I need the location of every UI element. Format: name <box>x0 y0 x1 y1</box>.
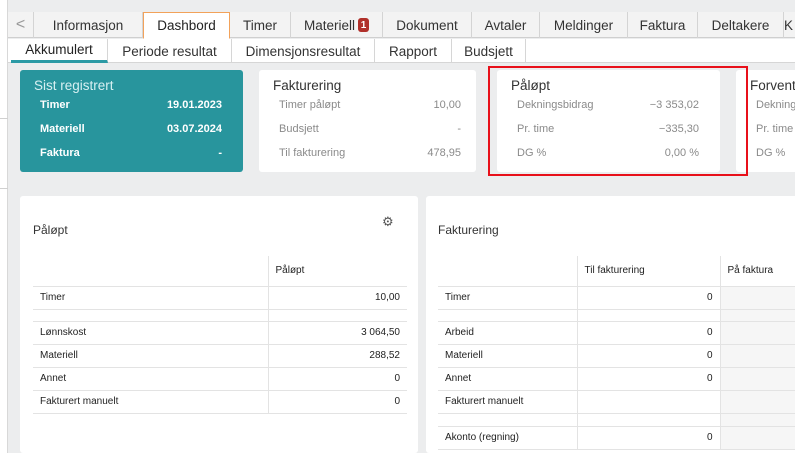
highlight-box <box>488 66 748 176</box>
card-row-label: Pr. time <box>756 123 794 135</box>
card-row-label: Budsjett <box>279 123 319 135</box>
row-value: 0 <box>576 425 720 450</box>
card-row-label: Materiell <box>40 123 85 135</box>
table-row: Lønnskost 3 064,50 <box>33 321 407 345</box>
card-row-label: Faktura <box>40 147 80 159</box>
card-title: Fakturering <box>273 78 342 93</box>
sub-tabs: Akkumulert Periode resultat Dimensjonsre… <box>8 39 795 63</box>
row-label: Timer <box>438 286 577 310</box>
row-value: 0 <box>576 344 720 368</box>
card-title: Forvent <box>750 78 795 93</box>
panel-fakturering: Fakturering Til fakturering På faktura T… <box>426 196 795 453</box>
card-row-value: - <box>218 147 222 159</box>
row-cell <box>719 344 795 368</box>
row-cell <box>719 286 795 310</box>
left-strip <box>0 0 8 453</box>
row-label: Annet <box>33 367 268 391</box>
row-label: Materiell <box>438 344 577 368</box>
table-row: Timer 10,00 <box>33 286 407 310</box>
card-row-value: - <box>457 123 461 135</box>
table-row: Annet 0 <box>438 367 795 391</box>
subtab-budsjett[interactable]: Budsjett <box>452 39 526 63</box>
palopt-table: Påløpt Timer 10,00 Lønnskost 3 064,50 Ma… <box>33 256 407 414</box>
table-gap <box>33 309 407 322</box>
column-header-pa-faktura[interactable]: På faktura <box>719 256 795 287</box>
tab-faktura[interactable]: Faktura <box>628 12 698 38</box>
row-value: 0 <box>267 390 407 414</box>
card-row-value: 10,00 <box>433 99 461 111</box>
tab-avtaler[interactable]: Avtaler <box>472 12 540 38</box>
table-row: Timer 0 <box>438 286 795 310</box>
row-value <box>576 390 720 414</box>
divider <box>0 118 8 119</box>
table-row: Fakturert manuelt <box>438 390 795 414</box>
panel-title: Påløpt <box>33 223 68 237</box>
row-label: Fakturert manuelt <box>33 390 268 414</box>
main-tabs: < Informasjon Dashbord Timer Materiell 1… <box>8 12 795 39</box>
row-cell <box>719 390 795 414</box>
table-row: Akonto (regning) 0 <box>438 425 795 450</box>
row-value: 3 064,50 <box>267 321 407 345</box>
card-row-value: 478,95 <box>427 147 461 159</box>
card-title: Sist registrert <box>34 78 114 93</box>
table-row: Arbeid 0 <box>438 321 795 345</box>
row-label: Timer <box>33 286 268 310</box>
table-row: Materiell 0 <box>438 344 795 368</box>
column-header <box>438 256 577 287</box>
card-sist-registrert: Sist registrert Timer 19.01.2023 Materie… <box>20 70 243 172</box>
row-label: Fakturert manuelt <box>438 390 577 414</box>
card-row-value: 03.07.2024 <box>166 123 222 135</box>
tab-deltakere[interactable]: Deltakere <box>698 12 784 38</box>
card-row-label: Dekning <box>756 99 795 111</box>
divider <box>0 188 8 189</box>
column-header-palopt[interactable]: Påløpt <box>267 256 407 287</box>
tab-dashbord[interactable]: Dashbord <box>143 12 230 39</box>
table-gap <box>438 309 795 322</box>
column-header <box>33 256 268 287</box>
panel-title: Fakturering <box>438 223 499 237</box>
fakturering-table: Til fakturering På faktura Timer 0 Arbei… <box>438 256 795 450</box>
subtab-akkumulert[interactable]: Akkumulert <box>11 39 108 63</box>
row-value: 0 <box>576 321 720 345</box>
card-row-label: Timer påløpt <box>279 99 341 111</box>
tab-timer[interactable]: Timer <box>230 12 291 38</box>
table-gap <box>438 413 795 426</box>
row-value: 10,00 <box>267 286 407 310</box>
row-cell <box>719 321 795 345</box>
tab-meldinger[interactable]: Meldinger <box>540 12 628 38</box>
row-value: 0 <box>576 367 720 391</box>
gear-icon[interactable]: ⚙ <box>382 214 394 230</box>
card-fakturering: Fakturering Timer påløpt 10,00 Budsjett … <box>259 70 476 172</box>
tab-materiell-label: Materiell <box>303 17 355 33</box>
card-row-label: DG % <box>756 147 786 159</box>
subtab-periode-resultat[interactable]: Periode resultat <box>108 39 232 63</box>
panel-palopt: Påløpt ⚙ Påløpt Timer 10,00 Lønnskost 3 … <box>20 196 418 453</box>
table-row: Annet 0 <box>33 367 407 391</box>
row-label: Akonto (regning) <box>438 425 577 450</box>
column-header-til-fakturering[interactable]: Til fakturering <box>576 256 720 287</box>
tab-partial[interactable]: K <box>784 12 795 38</box>
row-label: Arbeid <box>438 321 577 345</box>
materiell-count-badge: 1 <box>358 18 369 32</box>
row-value: 288,52 <box>267 344 407 368</box>
tab-dokument[interactable]: Dokument <box>383 12 472 38</box>
subtab-dimensjonsresultat[interactable]: Dimensjonsresultat <box>232 39 375 63</box>
table-row: Fakturert manuelt 0 <box>33 390 407 414</box>
subtab-rapport[interactable]: Rapport <box>375 39 452 63</box>
row-value: 0 <box>576 286 720 310</box>
tab-materiell[interactable]: Materiell 1 <box>291 12 383 38</box>
row-value: 0 <box>267 367 407 391</box>
row-cell <box>719 367 795 391</box>
card-row-label: Til fakturering <box>279 147 346 159</box>
table-row: Materiell 288,52 <box>33 344 407 368</box>
tab-prev-chevron-icon[interactable]: < <box>8 12 34 38</box>
row-label: Lønnskost <box>33 321 268 345</box>
card-row-label: Timer <box>40 99 70 111</box>
row-cell <box>719 425 795 450</box>
row-label: Materiell <box>33 344 268 368</box>
tab-informasjon[interactable]: Informasjon <box>34 12 143 38</box>
row-label: Annet <box>438 367 577 391</box>
card-row-value: 19.01.2023 <box>166 99 222 111</box>
